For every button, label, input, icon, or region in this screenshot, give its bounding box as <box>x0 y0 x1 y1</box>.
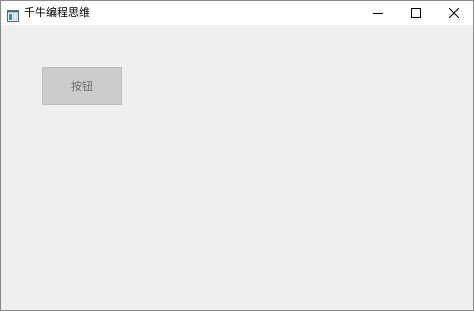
app-window: 千牛编程思维 按钮 <box>0 0 474 311</box>
main-button-label: 按钮 <box>71 80 93 93</box>
maximize-button[interactable] <box>397 1 435 25</box>
minimize-button[interactable] <box>359 1 397 25</box>
minimize-icon <box>373 8 383 18</box>
app-window-icon <box>7 7 19 22</box>
main-button[interactable]: 按钮 <box>42 67 122 105</box>
close-icon <box>449 8 459 18</box>
maximize-icon <box>411 8 421 18</box>
window-title: 千牛编程思维 <box>24 6 90 19</box>
title-bar[interactable]: 千牛编程思维 <box>1 1 473 25</box>
close-button[interactable] <box>435 1 473 25</box>
client-area: 按钮 <box>1 25 473 310</box>
